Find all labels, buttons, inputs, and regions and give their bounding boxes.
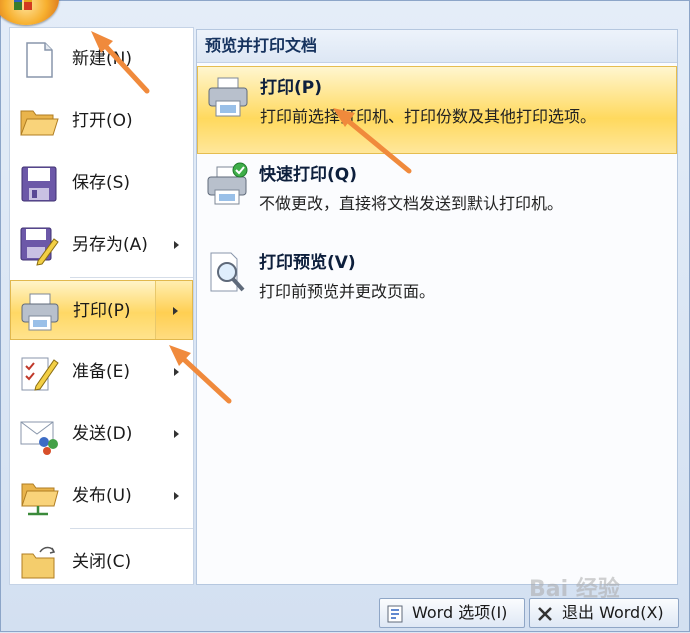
annotation-arrow-print-menu <box>174 350 232 404</box>
annotation-arrow-print-option <box>338 112 412 174</box>
office-menu: 新建(N) 打开(O) 保存(S) 另存为(A) 打印(P) 准备(E) 发送(… <box>0 0 690 632</box>
annotation-arrows <box>91 31 412 404</box>
